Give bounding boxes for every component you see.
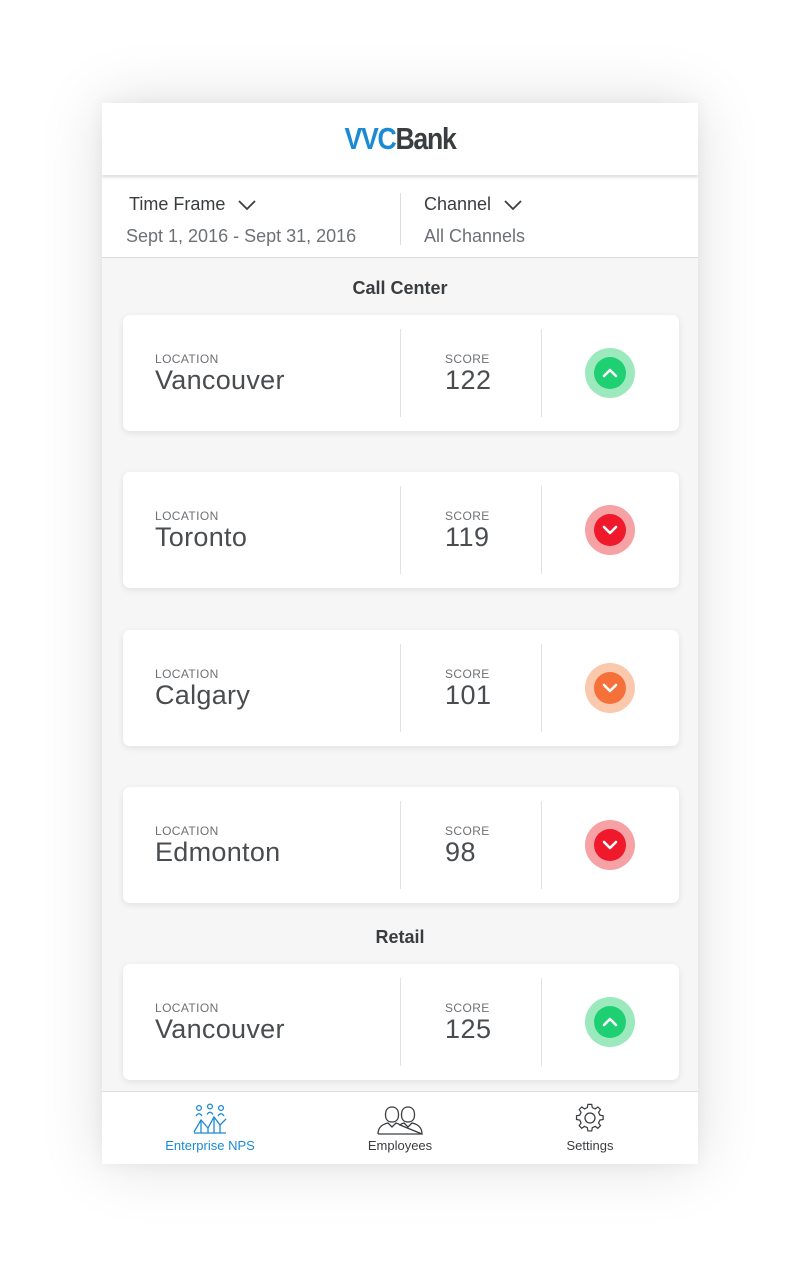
tab-enterprise-nps[interactable]: Enterprise NPS	[111, 1092, 309, 1164]
card-divider	[400, 486, 401, 574]
location-caption: LOCATION	[155, 509, 219, 523]
location-caption: LOCATION	[155, 824, 219, 838]
card-divider	[400, 801, 401, 889]
time-frame-label-row: Time Frame	[129, 194, 257, 215]
trend-down-button[interactable]	[585, 820, 635, 870]
section-title-call-center: Call Center	[352, 278, 448, 298]
chevron-down-icon	[602, 840, 618, 850]
location-caption: LOCATION	[155, 352, 219, 366]
location-card[interactable]: LOCATION Calgary SCORE 101	[123, 630, 679, 746]
card-divider	[541, 644, 542, 732]
location-caption: LOCATION	[155, 667, 219, 681]
location-card[interactable]: LOCATION Toronto SCORE 119	[123, 472, 679, 588]
tab-label: Employees	[367, 1138, 433, 1153]
location-name: Vancouver	[155, 1014, 285, 1044]
app-screen: VVCBank Time Frame Sept 1, 2016 - Sept 3…	[102, 103, 698, 1164]
app-header: VVCBank	[102, 103, 698, 175]
score-value: 119	[445, 522, 490, 552]
chevron-down-icon	[602, 525, 618, 535]
section-title-retail: Retail	[375, 927, 425, 947]
card-divider	[400, 978, 401, 1066]
brand-logo: VVCBank	[144, 121, 657, 157]
channel-label-row: Channel	[424, 194, 523, 215]
tab-employees[interactable]: Employees	[301, 1092, 499, 1164]
location-name: Edmonton	[155, 837, 281, 867]
trend-down-button[interactable]	[585, 663, 635, 713]
time-frame-value: Sept 1, 2016 - Sept 31, 2016	[126, 226, 357, 246]
score-value: 122	[445, 365, 492, 395]
tab-label: Enterprise NPS	[165, 1138, 255, 1153]
chevron-up-icon	[602, 368, 618, 378]
chevron-down-icon	[238, 199, 256, 210]
gear-icon	[575, 1103, 604, 1132]
score-caption: SCORE	[445, 824, 490, 838]
chevron-up-icon	[602, 1017, 618, 1027]
card-divider	[541, 329, 542, 417]
card-divider	[541, 486, 542, 574]
card-divider	[541, 978, 542, 1066]
channel-value: All Channels	[424, 226, 526, 246]
location-card[interactable]: LOCATION Vancouver SCORE 122	[123, 315, 679, 431]
channel-label: Channel	[424, 194, 492, 214]
employees-icon	[377, 1106, 423, 1135]
score-value: 125	[445, 1014, 492, 1044]
score-value: 101	[445, 680, 492, 710]
location-name: Calgary	[155, 680, 251, 710]
chevron-down-icon	[504, 199, 522, 210]
tab-settings[interactable]: Settings	[491, 1092, 689, 1164]
location-name: Toronto	[155, 522, 248, 552]
channel-filter[interactable]: Channel All Channels	[401, 178, 698, 257]
card-divider	[400, 644, 401, 732]
brand-logo-part1: VVC	[344, 121, 397, 156]
enterprise-nps-icon	[193, 1103, 227, 1134]
location-card[interactable]: LOCATION Edmonton SCORE 98	[123, 787, 679, 903]
card-divider	[400, 329, 401, 417]
time-frame-label: Time Frame	[129, 194, 226, 214]
score-caption: SCORE	[445, 1001, 490, 1015]
bottom-tab-bar: Enterprise NPS Employees Settings	[102, 1091, 698, 1164]
time-frame-filter[interactable]: Time Frame Sept 1, 2016 - Sept 31, 2016	[102, 178, 400, 257]
score-caption: SCORE	[445, 667, 490, 681]
score-caption: SCORE	[445, 509, 490, 523]
location-caption: LOCATION	[155, 1001, 219, 1015]
score-value: 98	[445, 837, 477, 867]
trend-down-button[interactable]	[585, 505, 635, 555]
brand-logo-part2: Bank	[395, 121, 456, 156]
location-name: Vancouver	[155, 365, 285, 395]
trend-up-button[interactable]	[585, 997, 635, 1047]
location-card[interactable]: LOCATION Vancouver SCORE 125	[123, 964, 679, 1080]
tab-label: Settings	[566, 1138, 614, 1153]
chevron-down-icon	[602, 683, 618, 693]
filter-bar: Time Frame Sept 1, 2016 - Sept 31, 2016 …	[102, 178, 698, 258]
score-caption: SCORE	[445, 352, 490, 366]
card-divider	[541, 801, 542, 889]
trend-up-button[interactable]	[585, 348, 635, 398]
